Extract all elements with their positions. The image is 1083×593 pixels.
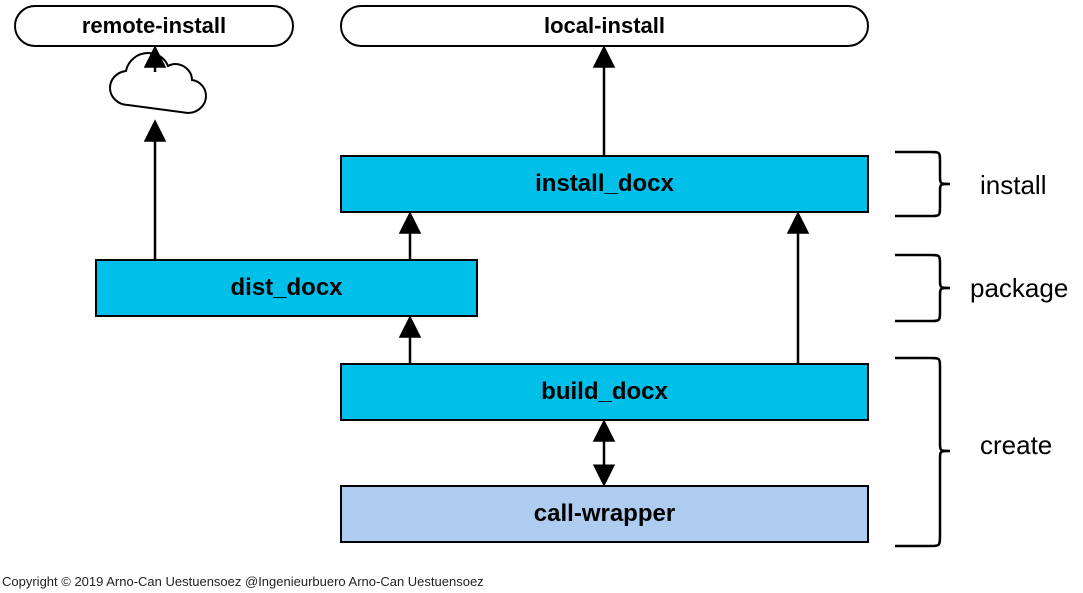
node-local-install: local-install [340,5,869,47]
node-build-docx-label: build_docx [541,378,668,406]
node-dist-docx-label: dist_docx [230,274,342,302]
phase-package-label: package [970,273,1068,304]
phase-install-label: install [980,170,1046,201]
node-local-install-label: local-install [544,13,665,39]
phase-create-label: create [980,430,1052,461]
node-call-wrapper-label: call-wrapper [534,500,675,528]
node-install-docx-label: install_docx [535,170,674,198]
cloud-icon [110,53,206,113]
node-remote-install-label: remote-install [82,13,226,39]
node-remote-install: remote-install [14,5,294,47]
copyright-text: Copyright © 2019 Arno-Can Uestuensoez @I… [2,574,484,589]
node-install-docx: install_docx [340,155,869,213]
node-call-wrapper: call-wrapper [340,485,869,543]
node-dist-docx: dist_docx [95,259,478,317]
node-build-docx: build_docx [340,363,869,421]
